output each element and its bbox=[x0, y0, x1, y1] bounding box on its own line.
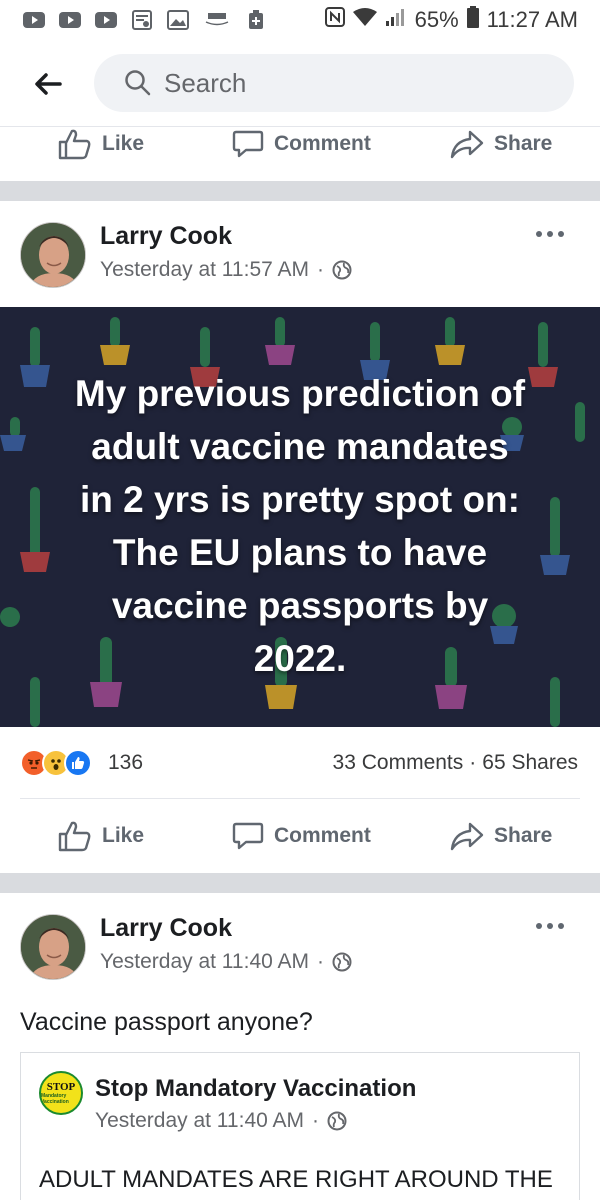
like-button[interactable]: Like bbox=[58, 820, 144, 852]
reactions-summary: 136 33 Comments · 65 Shares bbox=[0, 740, 600, 786]
news-icon bbox=[130, 10, 154, 30]
search-icon bbox=[125, 70, 151, 96]
shared-post-meta: Yesterday at 11:40 AM · bbox=[95, 1109, 347, 1133]
share-button[interactable]: Share bbox=[450, 821, 552, 851]
youtube-icon bbox=[22, 10, 46, 30]
battery-percent: 65% bbox=[414, 7, 459, 32]
status-bar: 65% 11:27 AM bbox=[0, 0, 600, 40]
back-button[interactable] bbox=[24, 60, 72, 108]
post-timestamp[interactable]: Yesterday at 11:40 AM bbox=[100, 950, 309, 974]
post-meta: Yesterday at 11:40 AM · bbox=[100, 950, 352, 974]
like-button[interactable]: Like bbox=[58, 128, 144, 160]
reaction-count[interactable]: 136 bbox=[108, 751, 143, 775]
thumbs-up-icon bbox=[58, 129, 91, 160]
shared-post-card[interactable]: STOP Mandatory Vaccination Stop Mandator… bbox=[20, 1052, 580, 1200]
more-dot-icon bbox=[558, 231, 564, 237]
engagement-separator: · bbox=[469, 751, 477, 774]
search-input[interactable]: Search bbox=[94, 54, 574, 112]
shared-post-timestamp[interactable]: Yesterday at 11:40 AM bbox=[95, 1109, 304, 1133]
post-author[interactable]: Larry Cook bbox=[100, 914, 232, 943]
thumbs-up-icon bbox=[58, 821, 91, 852]
post-body-text: Vaccine passport anyone? bbox=[20, 1008, 313, 1036]
post-image[interactable]: My previous prediction of adult vaccine … bbox=[0, 307, 600, 727]
engagement-counts[interactable]: 33 Comments · 65 Shares bbox=[333, 751, 578, 775]
like-reaction-icon bbox=[64, 749, 92, 777]
medical-icon bbox=[244, 10, 268, 30]
system-indicators: 65% 11:27 AM bbox=[324, 6, 578, 34]
meta-separator: · bbox=[316, 258, 324, 281]
post-actions: Like Comment Share bbox=[0, 808, 600, 864]
comment-count[interactable]: 33 Comments bbox=[333, 751, 464, 775]
more-dot-icon bbox=[536, 923, 542, 929]
more-dot-icon bbox=[536, 231, 542, 237]
post-options-button[interactable] bbox=[530, 914, 570, 938]
search-header: Search bbox=[0, 52, 600, 116]
comment-button[interactable]: Comment bbox=[232, 128, 371, 160]
comment-button[interactable]: Comment bbox=[232, 820, 371, 852]
back-arrow-icon bbox=[35, 73, 62, 95]
share-count[interactable]: 65 Shares bbox=[482, 751, 578, 775]
more-dot-icon bbox=[558, 923, 564, 929]
post-actions-previous: Like Comment Share bbox=[0, 116, 600, 172]
gallery-icon bbox=[166, 10, 190, 30]
nfc-icon bbox=[324, 7, 345, 33]
avatar[interactable] bbox=[20, 914, 86, 980]
page-logo[interactable]: STOP Mandatory Vaccination bbox=[39, 1071, 83, 1115]
search-placeholder: Search bbox=[164, 67, 247, 98]
clock: 11:27 AM bbox=[486, 7, 578, 32]
comment-icon bbox=[232, 822, 264, 850]
share-arrow-icon bbox=[450, 130, 484, 159]
shared-post-text: ADULT MANDATES ARE RIGHT AROUND THE CORN… bbox=[39, 1166, 553, 1193]
meta-separator: · bbox=[316, 950, 324, 973]
feed-separator bbox=[0, 181, 600, 201]
globe-icon bbox=[332, 260, 352, 280]
signal-icon bbox=[385, 7, 407, 33]
more-dot-icon bbox=[547, 923, 553, 929]
amazon-cart-icon bbox=[202, 10, 232, 30]
profile-photo-icon bbox=[21, 223, 85, 287]
post-meta: Yesterday at 11:57 AM · bbox=[100, 258, 352, 282]
post-options-button[interactable] bbox=[530, 222, 570, 246]
post-image-text: My previous prediction of adult vaccine … bbox=[74, 373, 526, 679]
avatar[interactable] bbox=[20, 222, 86, 288]
youtube-icon bbox=[58, 10, 82, 30]
post-timestamp[interactable]: Yesterday at 11:57 AM bbox=[100, 258, 309, 282]
share-arrow-icon bbox=[450, 822, 484, 851]
profile-photo-icon bbox=[21, 915, 85, 979]
reaction-icons[interactable] bbox=[20, 749, 92, 777]
reactions-divider bbox=[20, 798, 580, 799]
battery-icon bbox=[466, 6, 479, 34]
more-dot-icon bbox=[547, 231, 553, 237]
share-button[interactable]: Share bbox=[450, 129, 552, 159]
globe-icon bbox=[332, 952, 352, 972]
post-author[interactable]: Larry Cook bbox=[100, 222, 232, 251]
meta-separator: · bbox=[311, 1109, 319, 1132]
youtube-icon bbox=[94, 10, 118, 30]
wifi-icon bbox=[352, 7, 377, 33]
feed-separator bbox=[0, 873, 600, 893]
shared-page-name[interactable]: Stop Mandatory Vaccination bbox=[95, 1075, 416, 1103]
comment-icon bbox=[232, 130, 264, 158]
globe-icon bbox=[327, 1111, 347, 1131]
notification-icons bbox=[22, 10, 268, 30]
